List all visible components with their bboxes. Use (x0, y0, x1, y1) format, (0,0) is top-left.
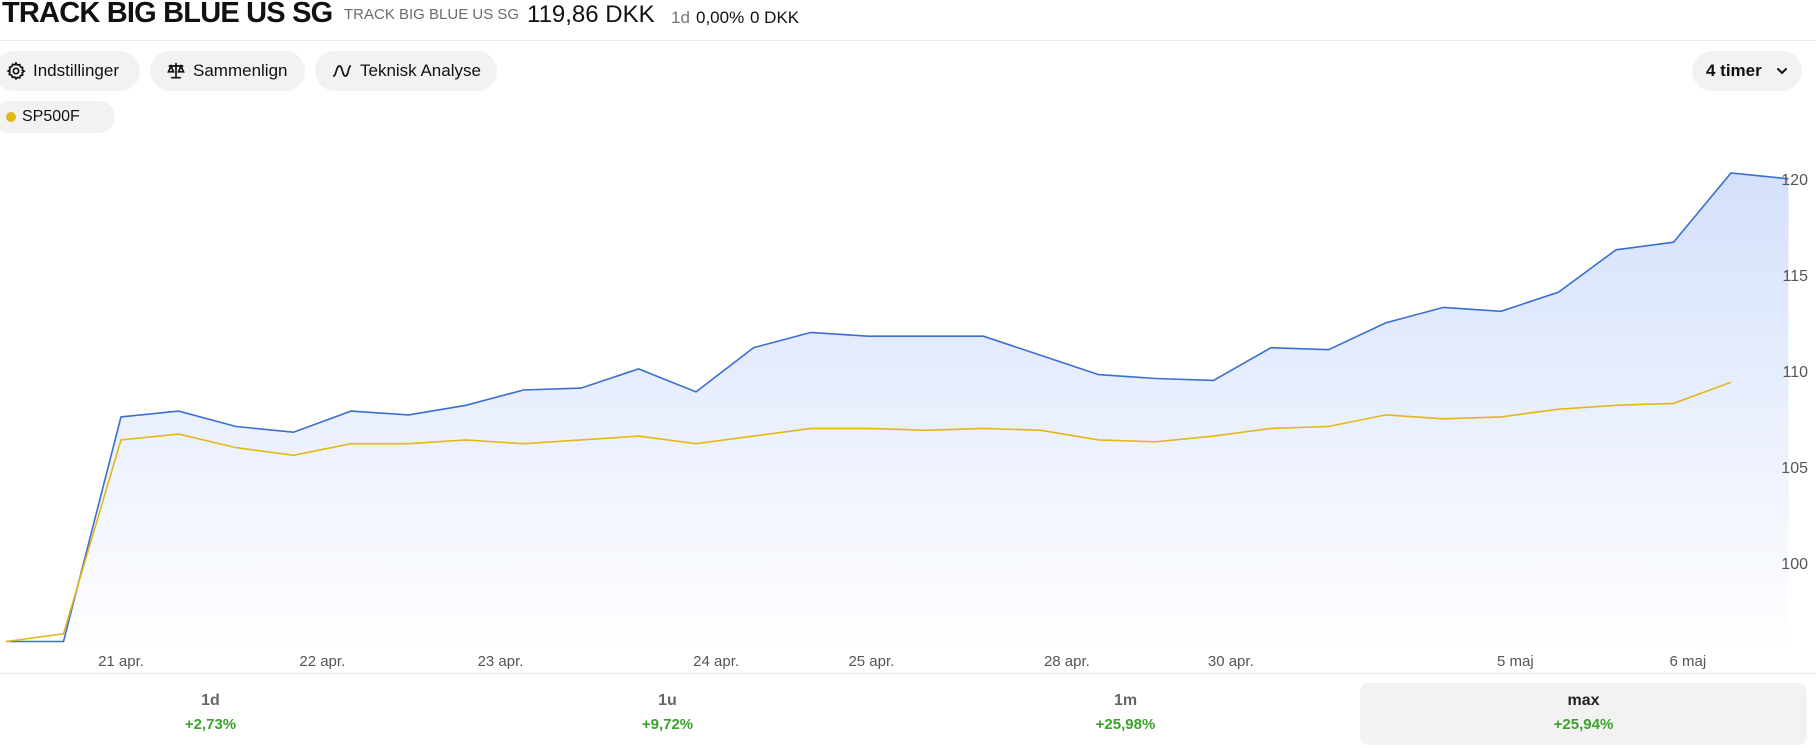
x-tick-label: 23 apr. (478, 653, 524, 670)
period-label: 1u (658, 692, 677, 709)
x-tick-label: 5 maj (1497, 653, 1534, 670)
x-tick-label: 21 apr. (98, 653, 144, 670)
y-tick-label: 120 (1781, 172, 1808, 189)
x-tick-label: 28 apr. (1044, 653, 1090, 670)
x-tick-label: 6 maj (1670, 653, 1707, 670)
x-tick-label: 25 apr. (848, 653, 894, 670)
y-tick-label: 115 (1782, 268, 1808, 285)
y-tick-label: 110 (1782, 364, 1808, 381)
period-label: 1d (201, 692, 220, 709)
period-tab-1d[interactable]: 1d +2,73% (0, 683, 434, 745)
period-change: +25,98% (1095, 716, 1156, 733)
period-tab-1u[interactable]: 1u +9,72% (444, 683, 891, 745)
x-tick-label: 22 apr. (299, 653, 345, 670)
divider (0, 673, 1816, 674)
x-tick-label: 24 apr. (693, 653, 739, 670)
price-chart[interactable]: 100 105 110 115 120 21 apr. 22 apr. 23 apr. 24 … (0, 0, 1816, 680)
y-tick-label: 100 (1781, 556, 1808, 573)
period-change: +9,72% (641, 716, 694, 733)
series-area (6, 173, 1789, 653)
x-tick-label: 30 apr. (1208, 653, 1254, 670)
period-tab-max[interactable]: max +25,94% (1360, 683, 1807, 745)
period-change: +2,73% (184, 716, 237, 733)
y-tick-label: 105 (1781, 460, 1808, 477)
period-tab-1m[interactable]: 1m +25,98% (902, 683, 1349, 745)
period-label: 1m (1113, 692, 1138, 709)
period-change: +25,94% (1553, 716, 1614, 733)
period-selector: 1d +2,73% 1u +9,72% 1m +25,98% max +25,9… (0, 683, 1816, 745)
period-label: max (1567, 692, 1600, 709)
